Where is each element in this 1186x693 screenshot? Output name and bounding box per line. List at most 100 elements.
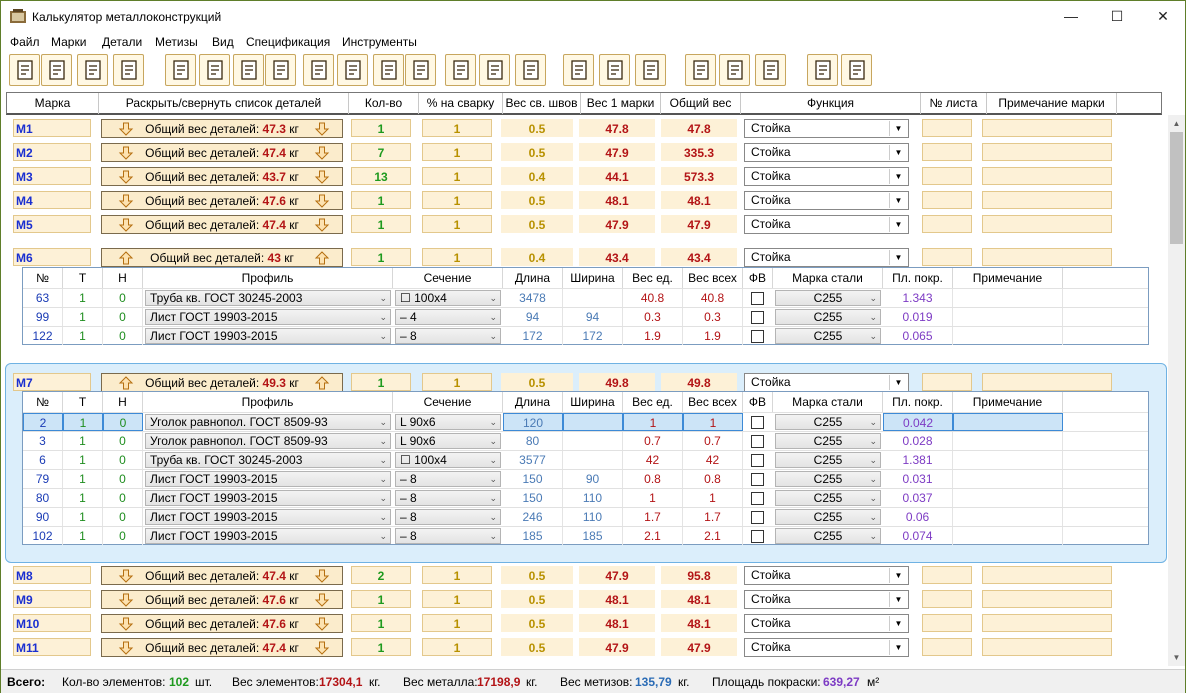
detail-row[interactable]: 90 1 0 Лист ГОСТ 19903-2015 ⌄ – 8 ⌄ 246 110 1.7 1.… <box>23 507 1148 526</box>
total-weight-value[interactable]: 43.4 <box>661 248 737 266</box>
fv-checkbox[interactable] <box>751 330 764 343</box>
function-select[interactable]: Стойка ▼ <box>744 373 909 392</box>
total-weight-value[interactable]: 47.9 <box>661 638 737 656</box>
mark-weight-value[interactable]: 48.1 <box>579 191 655 209</box>
toolbar-button-excel[interactable] <box>807 54 838 86</box>
section-select[interactable]: – 4 ⌄ <box>395 309 501 325</box>
toolbar-button-move-detail[interactable] <box>405 54 436 86</box>
mark-note-field[interactable] <box>982 167 1112 185</box>
detail-row[interactable]: 6 1 0 Труба кв. ГОСТ 30245-2003 ⌄ ☐ 100x4 ⌄ 357… <box>23 450 1148 469</box>
detail-row[interactable]: 63 1 0 Труба кв. ГОСТ 30245-2003 ⌄ ☐ 100x4 ⌄ 34… <box>23 288 1148 307</box>
detail-col-header-10[interactable]: Марка стали <box>773 268 883 288</box>
expand-toggle-button[interactable]: Общий вес деталей: 47.4 кг <box>101 638 343 657</box>
width-value[interactable] <box>563 289 623 307</box>
detail-row[interactable]: 3 1 0 Уголок равнопол. ГОСТ 8509-93 ⌄ L 90x6 ⌄… <box>23 431 1148 450</box>
menu-marks[interactable]: Марки <box>51 35 86 49</box>
detail-row[interactable]: 102 1 0 Лист ГОСТ 19903-2015 ⌄ – 8 ⌄ 185 185 2.1 2… <box>23 526 1148 545</box>
function-select[interactable]: Стойка ▼ <box>744 638 909 657</box>
mark-name[interactable]: M9 <box>13 590 91 608</box>
width-value[interactable]: 172 <box>563 327 623 345</box>
section-select[interactable]: ☐ 100x4 ⌄ <box>395 290 501 306</box>
steel-grade-select[interactable]: С255 ⌄ <box>775 290 881 306</box>
detail-col-header-0[interactable]: № <box>23 392 63 412</box>
weld-weight-value[interactable]: 0.5 <box>501 638 573 656</box>
mark-note-field[interactable] <box>982 215 1112 233</box>
mark-name[interactable]: M5 <box>13 215 91 233</box>
section-select[interactable]: L 90x6 ⌄ <box>395 414 501 430</box>
width-value[interactable] <box>563 432 623 450</box>
quantity-field[interactable]: 1 <box>351 215 411 233</box>
quantity-field[interactable]: 1 <box>351 373 411 391</box>
fv-checkbox[interactable] <box>751 311 764 324</box>
col-header-1[interactable]: Раскрыть/свернуть список деталей <box>99 93 349 114</box>
sheet-number-field[interactable] <box>922 614 972 632</box>
profile-select[interactable]: Лист ГОСТ 19903-2015 ⌄ <box>145 471 391 487</box>
toolbar-button-add-mark[interactable] <box>165 54 196 86</box>
length-value[interactable]: 94 <box>503 308 563 326</box>
function-select[interactable]: Стойка ▼ <box>744 119 909 138</box>
quantity-field[interactable]: 1 <box>351 638 411 656</box>
mark-name[interactable]: M2 <box>13 143 91 161</box>
weld-weight-value[interactable]: 0.4 <box>501 248 573 266</box>
section-select[interactable]: ☐ 100x4 ⌄ <box>395 452 501 468</box>
toolbar-button-weld[interactable] <box>515 54 546 86</box>
mark-note-field[interactable] <box>982 119 1112 137</box>
sheet-number-field[interactable] <box>922 638 972 656</box>
expand-toggle-button[interactable]: Общий вес деталей: 47.6 кг <box>101 614 343 633</box>
steel-grade-select[interactable]: С255 ⌄ <box>775 309 881 325</box>
mark-note-field[interactable] <box>982 614 1112 632</box>
fv-checkbox[interactable] <box>751 292 764 305</box>
toolbar-button-specification[interactable] <box>445 54 476 86</box>
weld-percent-field[interactable]: 1 <box>422 373 492 391</box>
detail-note-field[interactable] <box>953 451 1063 469</box>
weld-percent-field[interactable]: 1 <box>422 167 492 185</box>
total-weight-value[interactable]: 47.9 <box>661 215 737 233</box>
weld-percent-field[interactable]: 1 <box>422 614 492 632</box>
section-select[interactable]: L 90x6 ⌄ <box>395 433 501 449</box>
menu-view[interactable]: Вид <box>212 35 234 49</box>
detail-row[interactable]: 80 1 0 Лист ГОСТ 19903-2015 ⌄ – 8 ⌄ 150 110 1 1 С25… <box>23 488 1148 507</box>
mark-weight-value[interactable]: 49.8 <box>579 373 655 391</box>
weld-percent-field[interactable]: 1 <box>422 638 492 656</box>
detail-col-header-2[interactable]: Н <box>103 268 143 288</box>
quantity-field[interactable]: 2 <box>351 566 411 584</box>
total-weight-value[interactable]: 573.3 <box>661 167 737 185</box>
sheet-number-field[interactable] <box>922 143 972 161</box>
expand-toggle-button[interactable]: Общий вес деталей: 47.3 кг <box>101 119 343 138</box>
detail-row[interactable]: 2 1 0 Уголок равнопол. ГОСТ 8509-93 ⌄ L 90x6 ⌄… <box>23 412 1148 431</box>
detail-col-header-4[interactable]: Сечение <box>393 268 503 288</box>
toolbar-button-add-detail[interactable] <box>303 54 334 86</box>
total-weight-value[interactable]: 47.8 <box>661 119 737 137</box>
detail-col-header-12[interactable]: Примечание <box>953 268 1063 288</box>
steel-grade-select[interactable]: С255 ⌄ <box>775 414 881 430</box>
width-value[interactable]: 110 <box>563 489 623 507</box>
menu-file[interactable]: Файл <box>10 35 40 49</box>
length-value[interactable]: 172 <box>503 327 563 345</box>
width-value[interactable]: 185 <box>563 527 623 545</box>
detail-col-header-2[interactable]: Н <box>103 392 143 412</box>
width-value[interactable]: 110 <box>563 508 623 526</box>
profile-select[interactable]: Труба кв. ГОСТ 30245-2003 ⌄ <box>145 290 391 306</box>
menu-specification[interactable]: Спецификация <box>246 35 330 49</box>
sheet-number-field[interactable] <box>922 191 972 209</box>
mark-name[interactable]: M4 <box>13 191 91 209</box>
weld-percent-field[interactable]: 1 <box>422 566 492 584</box>
col-header-5[interactable]: Вес 1 марки <box>581 93 661 114</box>
expand-toggle-button[interactable]: Общий вес деталей: 47.6 кг <box>101 590 343 609</box>
total-weight-value[interactable]: 49.8 <box>661 373 737 391</box>
weld-weight-value[interactable]: 0.5 <box>501 566 573 584</box>
expand-toggle-button[interactable]: Общий вес деталей: 43 кг <box>101 248 343 267</box>
quantity-field[interactable]: 1 <box>351 191 411 209</box>
expand-toggle-button[interactable]: Общий вес деталей: 49.3 кг <box>101 373 343 392</box>
weld-percent-field[interactable]: 1 <box>422 215 492 233</box>
dropdown-arrow-icon[interactable]: ▼ <box>889 616 907 631</box>
mark-name[interactable]: M6 <box>13 248 91 266</box>
length-value[interactable]: 3577 <box>503 451 563 469</box>
detail-note-field[interactable] <box>953 470 1063 488</box>
total-weight-value[interactable]: 48.1 <box>661 614 737 632</box>
quantity-field[interactable]: 1 <box>351 119 411 137</box>
mark-note-field[interactable] <box>982 638 1112 656</box>
col-header-2[interactable]: Кол-во <box>349 93 419 114</box>
weld-weight-value[interactable]: 0.5 <box>501 143 573 161</box>
toolbar-button-detail-order[interactable] <box>373 54 404 86</box>
